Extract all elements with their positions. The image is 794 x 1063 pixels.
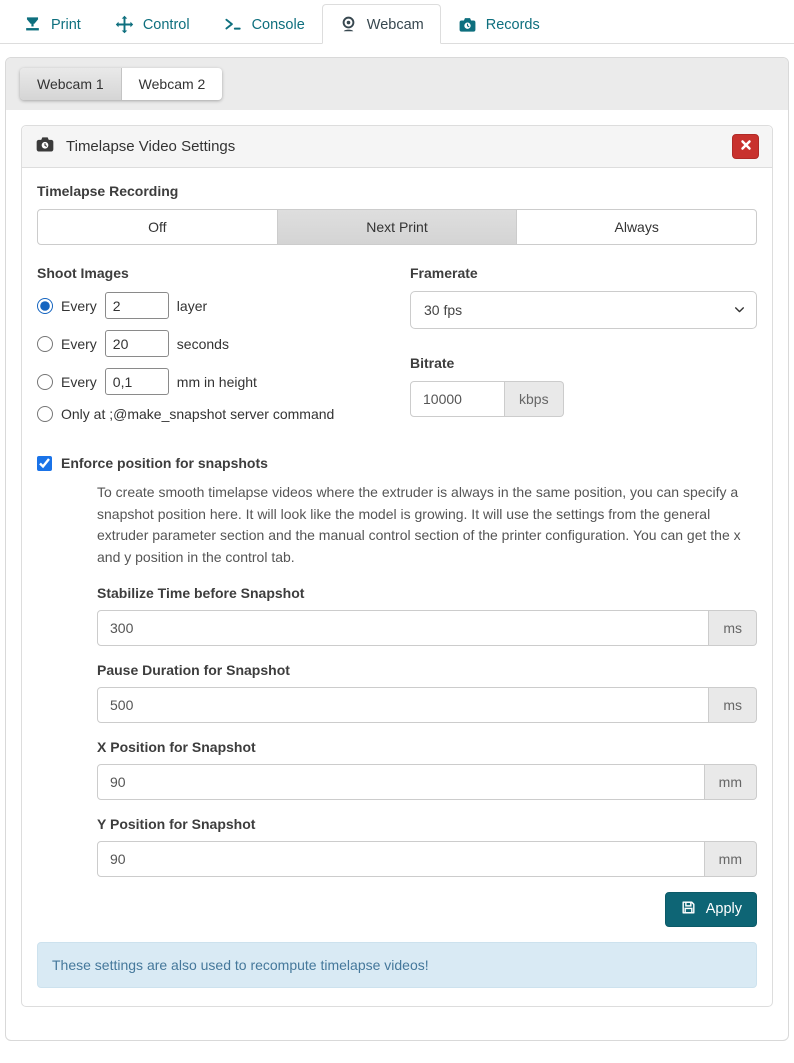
x-position-field: X Position for Snapshot mm [97,739,757,800]
shoot-every-layer-radio[interactable] [37,298,53,314]
tab-print[interactable]: Print [6,4,98,44]
alert-text: These settings are also used to recomput… [52,957,429,973]
enforce-position-label: Enforce position for snapshots [61,455,268,471]
shoot-server-command-radio[interactable] [37,406,53,422]
webcam-body: Timelapse Video Settings Timelapse Recor… [6,110,788,1040]
recording-mode-group: Off Next Print Always [37,209,757,245]
recompute-info-alert: These settings are also used to recomput… [37,942,757,988]
y-position-field: Y Position for Snapshot mm [97,816,757,877]
printer-icon [23,15,42,34]
tab-label: Console [252,17,305,33]
y-position-label: Y Position for Snapshot [97,816,757,832]
shoot-images-label: Shoot Images [37,265,384,281]
enforce-position-description: To create smooth timelapse videos where … [97,482,757,569]
tab-records[interactable]: Records [441,4,557,44]
enforce-position-checkbox[interactable] [37,456,52,471]
bitrate-input-group: kbps [410,381,757,417]
enforce-position-option[interactable]: Enforce position for snapshots [37,455,757,471]
webcam-2-button[interactable]: Webcam 2 [122,68,223,100]
tab-label: Webcam [367,17,424,33]
framerate-label: Framerate [410,265,757,281]
stabilize-time-unit: ms [709,610,757,646]
pause-duration-field: Pause Duration for Snapshot ms [97,662,757,723]
apply-row: Apply [37,892,757,927]
tab-label: Control [143,17,190,33]
timelapse-settings-panel: Timelapse Video Settings Timelapse Recor… [21,125,773,1007]
panel-header: Timelapse Video Settings [22,126,772,168]
y-position-input[interactable] [97,841,705,877]
move-icon [115,15,134,34]
bitrate-input[interactable] [410,381,505,417]
apply-button[interactable]: Apply [665,892,757,927]
stabilize-time-label: Stabilize Time before Snapshot [97,585,757,601]
timelapse-recording-label: Timelapse Recording [37,183,757,199]
shoot-every-mm-radio[interactable] [37,374,53,390]
layer-count-input[interactable] [105,292,169,319]
webcam-1-button[interactable]: Webcam 1 [20,68,122,100]
shoot-every-seconds-radio[interactable] [37,336,53,352]
recording-always-button[interactable]: Always [516,209,757,245]
close-icon [740,139,752,154]
camera-icon [35,134,55,159]
apply-label: Apply [706,901,742,917]
pause-duration-input[interactable] [97,687,709,723]
option-suffix: mm in height [177,374,257,390]
stabilize-time-input[interactable] [97,610,709,646]
tab-label: Records [486,17,540,33]
option-prefix: Every [61,374,97,390]
framerate-select-wrap: 30 fps [410,291,757,329]
option-suffix: seconds [177,336,229,352]
close-button[interactable] [732,134,759,159]
bitrate-unit: kbps [505,381,564,417]
option-prefix: Every [61,336,97,352]
main-tab-bar: Print Control Console [0,0,794,44]
shoot-every-mm-option[interactable]: Every mm in height [37,368,384,395]
tab-label: Print [51,17,81,33]
option-prefix: Every [61,298,97,314]
webcam-switch-group: Webcam 1 Webcam 2 [20,68,222,100]
webcam-icon [339,15,358,34]
option-label: Only at ;@make_snapshot server command [61,406,334,422]
camera-icon [458,15,477,34]
shoot-every-seconds-option[interactable]: Every seconds [37,330,384,357]
panel-title: Timelapse Video Settings [66,138,235,155]
encoding-column: Framerate 30 fps [397,265,757,433]
tab-console[interactable]: Console [207,4,322,44]
pause-duration-unit: ms [709,687,757,723]
framerate-select[interactable]: 30 fps [410,291,757,329]
webcam-switch-bar: Webcam 1 Webcam 2 [6,58,788,110]
panel-body: Timelapse Recording Off Next Print Alway… [22,168,772,1006]
option-suffix: layer [177,298,207,314]
enforce-position-section: To create smooth timelapse videos where … [97,482,757,877]
settings-columns: Shoot Images Every layer Every [37,265,757,433]
tab-control[interactable]: Control [98,4,207,44]
recording-off-button[interactable]: Off [37,209,278,245]
mm-height-input[interactable] [105,368,169,395]
page: Print Control Console [0,0,794,1063]
terminal-icon [224,15,243,34]
shoot-every-layer-option[interactable]: Every layer [37,292,384,319]
seconds-count-input[interactable] [105,330,169,357]
webcam-tab-content: Webcam 1 Webcam 2 Timelapse Video Settin… [5,57,789,1041]
shoot-images-column: Shoot Images Every layer Every [37,265,397,433]
bitrate-label: Bitrate [410,355,757,371]
x-position-input[interactable] [97,764,705,800]
y-position-unit: mm [705,841,757,877]
tab-webcam[interactable]: Webcam [322,4,441,44]
save-icon [680,899,697,920]
x-position-label: X Position for Snapshot [97,739,757,755]
pause-duration-label: Pause Duration for Snapshot [97,662,757,678]
stabilize-time-field: Stabilize Time before Snapshot ms [97,585,757,646]
recording-next-print-button[interactable]: Next Print [277,209,518,245]
x-position-unit: mm [705,764,757,800]
shoot-server-command-option[interactable]: Only at ;@make_snapshot server command [37,406,384,422]
